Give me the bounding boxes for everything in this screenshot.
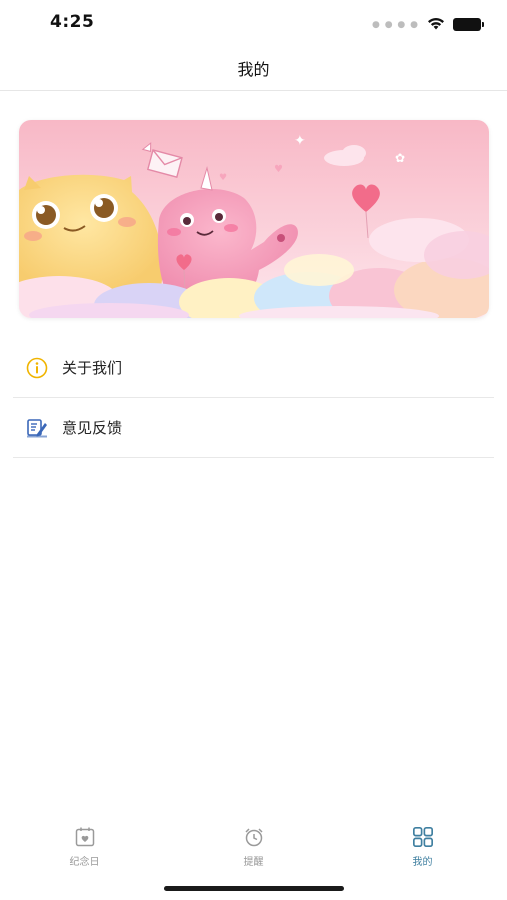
menu-item-feedback[interactable]: 意见反馈 <box>13 398 494 458</box>
svg-text:♥: ♥ <box>274 164 283 175</box>
alarm-clock-icon <box>243 826 265 848</box>
grid-icon <box>412 826 434 848</box>
svg-text:✿: ✿ <box>395 151 405 165</box>
svg-text:✦: ✦ <box>294 133 306 149</box>
wifi-icon <box>427 15 445 34</box>
signal-dots-icon: ● ● ● ● <box>372 19 419 30</box>
feedback-edit-icon <box>25 416 49 440</box>
tab-anniversary[interactable]: 纪念日 <box>0 818 169 874</box>
tab-label: 提醒 <box>243 857 264 868</box>
tab-mine[interactable]: 我的 <box>338 818 507 874</box>
menu-item-about-us[interactable]: 关于我们 <box>13 338 494 398</box>
svg-text:♥: ♥ <box>219 173 227 183</box>
nav-bar: 我的 <box>0 46 507 91</box>
menu-item-label: 意见反馈 <box>62 419 123 437</box>
settings-menu: 关于我们 意见反馈 <box>13 338 494 458</box>
page-title: 我的 <box>237 60 270 79</box>
status-icons: ● ● ● ● <box>372 15 484 34</box>
status-time: 4:25 <box>50 12 95 32</box>
tab-label: 我的 <box>412 857 433 868</box>
status-bar: 4:25 ● ● ● ● <box>0 0 507 46</box>
menu-item-label: 关于我们 <box>62 359 123 377</box>
battery-icon <box>453 18 484 31</box>
home-indicator <box>164 886 344 891</box>
calendar-heart-icon <box>74 826 96 848</box>
tab-reminder[interactable]: 提醒 <box>169 818 338 874</box>
tab-bar: 纪念日 提醒 我的 <box>0 818 507 874</box>
info-circle-icon <box>25 356 49 380</box>
tab-label: 纪念日 <box>69 857 100 868</box>
banner-image: ✦ ✿ ♥ ♥ <box>19 120 489 318</box>
